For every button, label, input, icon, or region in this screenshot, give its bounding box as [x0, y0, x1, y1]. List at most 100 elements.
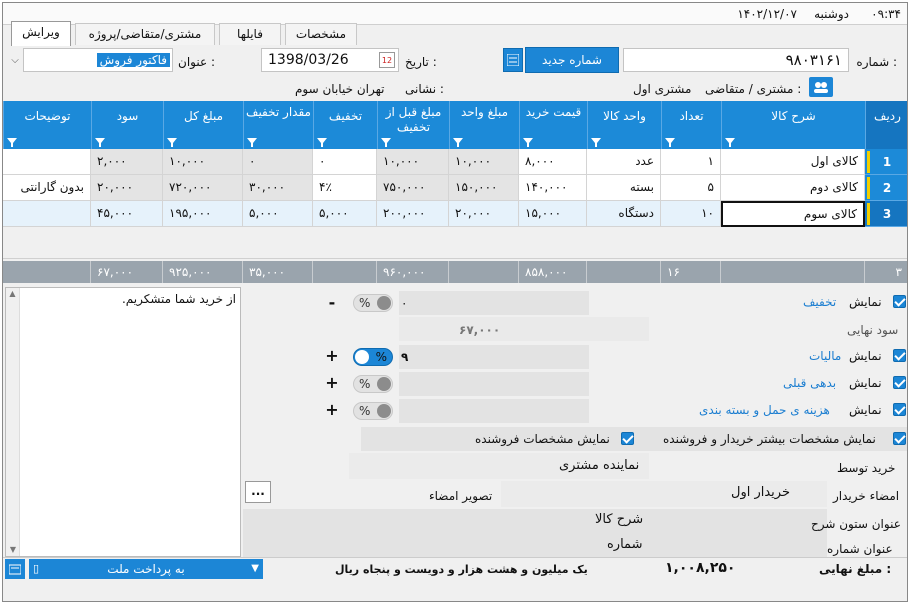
- chevron-down-icon[interactable]: ⌵: [7, 48, 23, 72]
- cell-unit-price[interactable]: ۱۰,۰۰۰: [449, 149, 519, 175]
- notes-scrollbar[interactable]: ▲ ▼: [6, 288, 20, 556]
- cell-notes[interactable]: [3, 201, 91, 227]
- cell-discount-amount: ۰: [243, 149, 313, 175]
- cell-description[interactable]: کالای اول: [721, 149, 865, 175]
- show-tax-checkbox[interactable]: [893, 349, 906, 362]
- footer-count: ۳: [865, 261, 907, 283]
- tab-files[interactable]: فایلها: [219, 23, 281, 45]
- payment-select[interactable]: به پرداخت ملت ▯ ▼: [29, 559, 263, 579]
- invoice-window: ۰۹:۳۴ دوشنبه ۱۴۰۲/۱۲/۰۷ ویرایش مشتری/متق…: [2, 2, 908, 602]
- prev-debt-link[interactable]: بدهی قبلی: [783, 374, 836, 392]
- cell-unit[interactable]: عدد: [587, 149, 661, 175]
- more-parties-checkbox[interactable]: [893, 432, 906, 445]
- prev-debt-sign[interactable]: +: [321, 373, 343, 393]
- discount-value: ۰: [401, 296, 408, 310]
- bank-icon[interactable]: [5, 559, 25, 579]
- prev-debt-value-box[interactable]: [399, 372, 589, 396]
- footer-quantity: ۱۶: [661, 261, 721, 283]
- col-row-no[interactable]: ردیف: [865, 101, 907, 149]
- tax-link[interactable]: مالیات: [809, 347, 841, 365]
- discount-percent-toggle[interactable]: %: [353, 294, 393, 312]
- row-marker: [867, 177, 870, 199]
- col-quantity[interactable]: تعداد: [661, 101, 721, 149]
- final-profit-label: سود نهایی: [847, 323, 899, 337]
- tax-percent-toggle[interactable]: %: [353, 348, 393, 366]
- footer-empty: [587, 261, 661, 283]
- cell-quantity[interactable]: ۱۰: [661, 201, 721, 227]
- row-marker: [867, 203, 870, 225]
- cell-buy-price[interactable]: ۱۵,۰۰۰: [519, 201, 587, 227]
- col-buy-price[interactable]: قیمت خرید: [519, 101, 587, 149]
- notes-text: از خرید شما متشکریم.: [121, 292, 236, 306]
- col-discount[interactable]: تخفیف: [313, 101, 377, 149]
- cell-unit-price[interactable]: ۲۰,۰۰۰: [449, 201, 519, 227]
- cell-profit: ۴۵,۰۰۰: [91, 201, 163, 227]
- cell-description[interactable]: کالای سوم: [721, 201, 865, 227]
- discount-link[interactable]: تخفیف: [803, 293, 836, 311]
- cell-unit[interactable]: دستگاه: [587, 201, 661, 227]
- cell-quantity[interactable]: ۵: [661, 175, 721, 201]
- discount-sign[interactable]: -: [321, 293, 343, 313]
- final-profit-value: ۶۷,۰۰۰: [459, 323, 501, 337]
- footer-empty: [3, 261, 91, 283]
- tab-details[interactable]: مشخصات: [285, 23, 357, 45]
- tax-sign[interactable]: +: [321, 346, 343, 366]
- cell-quantity[interactable]: ۱: [661, 149, 721, 175]
- calculator-icon[interactable]: [503, 48, 523, 72]
- customer-label: مشتری / متقاضی :: [705, 82, 802, 96]
- col-profit[interactable]: سود: [91, 101, 163, 149]
- tab-customer-project[interactable]: مشتری/متقاضی/پروژه: [75, 23, 215, 45]
- customer-value[interactable]: مشتری اول: [633, 80, 691, 98]
- col-total[interactable]: مبلغ کل: [163, 101, 243, 149]
- prev-debt-percent-toggle[interactable]: %: [353, 375, 393, 393]
- cell-discount[interactable]: ۴٪: [313, 175, 377, 201]
- tax-value-box[interactable]: [399, 345, 589, 369]
- desc-col-value[interactable]: شرح کالا: [595, 511, 643, 529]
- footer-empty: [721, 261, 865, 283]
- col-description[interactable]: شرح کالا: [721, 101, 865, 149]
- cell-discount[interactable]: ۰: [313, 149, 377, 175]
- cell-notes[interactable]: [3, 149, 91, 175]
- num-title-value[interactable]: شماره: [607, 536, 642, 554]
- cell-discount[interactable]: ۵,۰۰۰: [313, 201, 377, 227]
- new-number-button[interactable]: شماره جدید: [525, 47, 619, 73]
- number-field[interactable]: ۹۸۰۳۱۶۱: [623, 48, 849, 72]
- cell-before-discount: ۱۰,۰۰۰: [377, 149, 449, 175]
- col-notes[interactable]: توضیحات: [3, 101, 91, 149]
- customers-icon[interactable]: [809, 77, 833, 97]
- title-select[interactable]: فاکتور فروش: [23, 48, 173, 72]
- show-discount-checkbox[interactable]: [893, 295, 906, 308]
- show-shipping-checkbox[interactable]: [893, 403, 906, 416]
- cell-description[interactable]: کالای دوم: [721, 175, 865, 201]
- payment-value: به پرداخت ملت: [107, 562, 185, 576]
- shipping-sign[interactable]: +: [321, 400, 343, 420]
- card-icon: ▯: [33, 562, 40, 575]
- col-before-discount[interactable]: مبلغ قبل از تخفیف: [377, 101, 449, 149]
- discount-value-box[interactable]: [399, 291, 589, 315]
- seller-info-checkbox[interactable]: [621, 432, 634, 445]
- cell-unit-price[interactable]: ۱۵۰,۰۰۰: [449, 175, 519, 201]
- notes-memo[interactable]: ▲ ▼ از خرید شما متشکریم.: [5, 287, 241, 557]
- shipping-link[interactable]: هزینه ی حمل و بسته بندی: [699, 401, 830, 419]
- shipping-percent-toggle[interactable]: %: [353, 402, 393, 420]
- cell-buy-price[interactable]: ۸,۰۰۰: [519, 149, 587, 175]
- cell-buy-price[interactable]: ۱۴۰,۰۰۰: [519, 175, 587, 201]
- title-label: عنوان :: [178, 55, 215, 69]
- col-discount-amount[interactable]: مقدار تخفیف: [243, 101, 313, 149]
- grid-empty-area: [3, 227, 907, 259]
- tax-value: ۹: [401, 350, 409, 364]
- cell-notes[interactable]: بدون گارانتی: [3, 175, 91, 201]
- calendar-icon[interactable]: 12: [379, 52, 395, 68]
- footer-discount-amount: ۳۵,۰۰۰: [243, 261, 313, 283]
- col-unit[interactable]: واحد کالا: [587, 101, 661, 149]
- tab-edit[interactable]: ویرایش: [11, 21, 71, 46]
- footer-before-discount: ۹۶۰,۰۰۰: [377, 261, 449, 283]
- browse-button[interactable]: ...: [245, 481, 271, 503]
- cell-unit[interactable]: بسته: [587, 175, 661, 201]
- number-label: شماره :: [856, 55, 897, 69]
- col-unit-price[interactable]: مبلغ واحد: [449, 101, 519, 149]
- shipping-value-box[interactable]: [399, 399, 589, 423]
- chevron-down-icon: ▼: [251, 563, 259, 574]
- show-prev-debt-checkbox[interactable]: [893, 376, 906, 389]
- cell-total: ۱۰,۰۰۰: [163, 149, 243, 175]
